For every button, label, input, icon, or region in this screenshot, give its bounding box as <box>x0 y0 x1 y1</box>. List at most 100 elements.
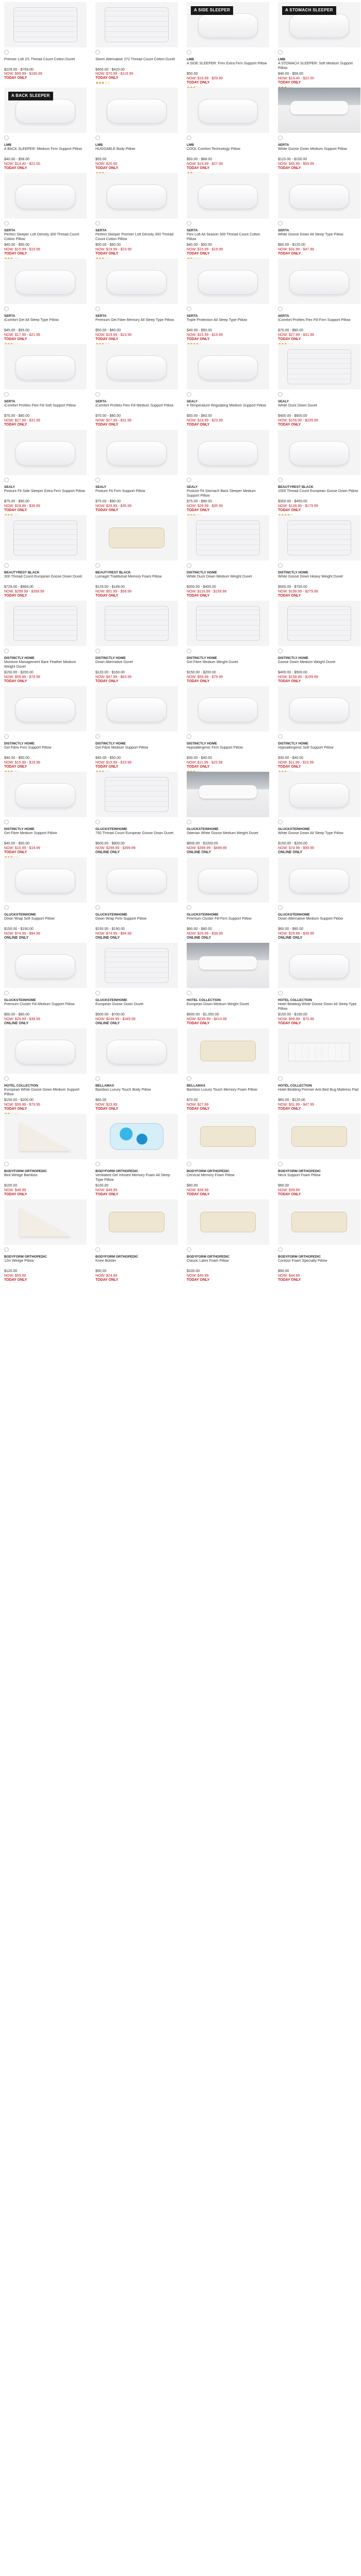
product-name-link[interactable]: White Goose Down All Sleep Type Pillow <box>278 832 360 840</box>
product-image[interactable] <box>278 1114 360 1159</box>
product-name-link[interactable]: White Duck Down Medium Weight Duvet <box>187 575 269 583</box>
product-card[interactable]: DISTINCTLY HOME White Goose Down Heavy We… <box>278 515 360 601</box>
product-image[interactable] <box>278 88 360 133</box>
product-image[interactable] <box>95 1114 178 1159</box>
product-image[interactable] <box>4 430 87 475</box>
product-name-link[interactable]: A STOMACH SLEEPER: Soft Medium Support P… <box>278 62 360 70</box>
product-name-link[interactable]: European White Goose Down Medium Support… <box>4 1088 87 1096</box>
color-swatch[interactable] <box>95 478 100 482</box>
product-image[interactable] <box>187 601 269 646</box>
product-image[interactable] <box>4 857 87 903</box>
product-card[interactable]: HOTEL COLLECTION European White Goose Dow… <box>4 1028 87 1114</box>
color-swatch[interactable] <box>278 307 283 311</box>
product-card[interactable]: GLUCKSTEINHOME Down Wrap Soft Support Pil… <box>4 857 87 943</box>
product-card[interactable]: BODYFORM ORTHOPEDIC Contour Foam Specialt… <box>278 1199 360 1285</box>
product-name-link[interactable]: iComfort Profiles Flex Fill Firm Support… <box>278 318 360 327</box>
product-card[interactable]: DISTINCTLY HOME White Duck Down Medium We… <box>187 515 269 601</box>
color-swatch[interactable] <box>4 734 9 739</box>
product-card[interactable]: GLUCKSTEINHOME Premium Cluster Fill Mediu… <box>4 943 87 1028</box>
product-card[interactable]: LMB HUGGABLE Body Pillow $55.00 NOW: $20.00… <box>95 88 178 173</box>
product-image[interactable] <box>187 515 269 561</box>
product-image[interactable] <box>95 2 178 47</box>
product-image[interactable] <box>4 1028 87 1074</box>
product-image[interactable] <box>278 601 360 646</box>
color-swatch[interactable] <box>95 307 100 311</box>
product-card[interactable]: Premier Loft 2/1 Thread Count Cotton Duv… <box>4 2 87 88</box>
product-card[interactable]: BODYFORM ORTHOPEDIC 12in Wedge Pillow $120… <box>4 1199 87 1285</box>
product-card[interactable]: A SIDE SLEEPER LMB A SIDE SLEEPER: Firm Ex… <box>187 2 269 88</box>
product-card[interactable]: GLUCKSTEINHOME Siberian White Goose Mediu… <box>187 772 269 857</box>
product-name-link[interactable]: Hotel Bedding Premier Anti Bed Bug Mattr… <box>278 1088 360 1096</box>
product-name-link[interactable]: Posture Fit Side Sleeper Extra Firm Supp… <box>4 489 87 498</box>
product-card[interactable]: DISTINCTLY HOME Moisture Management Bare … <box>4 601 87 686</box>
color-swatch[interactable] <box>95 1076 100 1081</box>
product-card[interactable]: A STOMACH SLEEPER LMB A STOMACH SLEEPER: S… <box>278 2 360 88</box>
product-image[interactable] <box>4 1199 87 1245</box>
product-name-link[interactable]: European Down Medium Weight Duvet <box>187 1003 269 1011</box>
product-image[interactable] <box>95 430 178 475</box>
product-name-link[interactable]: Siberian White Goose Medium Weight Duvet <box>187 832 269 840</box>
color-swatch[interactable] <box>187 649 191 653</box>
color-swatch[interactable] <box>95 820 100 824</box>
product-image[interactable] <box>4 173 87 218</box>
product-card[interactable]: BODYFORM ORTHOPEDIC Cervical Memory Foam … <box>187 1114 269 1199</box>
product-card[interactable]: SERTA iComfort Profiles Flex Fill Medium … <box>95 344 178 430</box>
product-name-link[interactable]: Posture Fit Firm Support Pillow <box>95 489 178 498</box>
color-swatch[interactable] <box>278 649 283 653</box>
color-swatch[interactable] <box>278 221 283 226</box>
product-name-link[interactable]: Goose Down Medium Weight Duvet <box>278 660 360 669</box>
product-name-link[interactable]: Down Wrap Firm Support Pillow <box>95 917 178 925</box>
product-name-link[interactable]: Cervical Memory Foam Pillow <box>187 1174 269 1182</box>
product-card[interactable]: HOTEL COLLECTION Hotel Bedding Premier An… <box>278 1028 360 1114</box>
color-swatch[interactable] <box>95 135 100 140</box>
product-image[interactable] <box>95 1199 178 1245</box>
product-image[interactable] <box>4 772 87 817</box>
product-image[interactable] <box>4 259 87 304</box>
product-name-link[interactable]: White Goose Down Heavy Weight Duvet <box>278 575 360 583</box>
product-name-link[interactable]: Perfect Sleeper Loft Density 300 Thread … <box>4 233 87 241</box>
product-name-link[interactable]: Lumagel Traditional Memory Foam Pillow <box>95 575 178 583</box>
product-name-link[interactable]: Down Alternative Medium Support Pillow <box>278 917 360 925</box>
product-card[interactable]: SERTA White Goose Down Medium Support Pil… <box>278 88 360 173</box>
color-swatch[interactable] <box>95 734 100 739</box>
product-name-link[interactable]: Ventilated Gel Infused Memory Foam All S… <box>95 1174 178 1182</box>
product-name-link[interactable]: Gel Fibre Firm Support Pillow <box>4 746 87 754</box>
color-swatch[interactable] <box>278 991 283 995</box>
product-card[interactable]: SERTA iComfort Gel All Sleep Type Pillow $… <box>4 259 87 344</box>
product-card[interactable]: GLUCKSTEINHOME European Goose Down Duvet $… <box>95 943 178 1028</box>
color-swatch[interactable] <box>95 991 100 995</box>
product-image[interactable] <box>187 686 269 732</box>
product-image[interactable] <box>187 772 269 817</box>
product-card[interactable]: BEAUTYREST BLACK 300 Thread Count Europea… <box>4 515 87 601</box>
product-image[interactable] <box>278 430 360 475</box>
product-name-link[interactable]: 750 Thread Count European Goose Down Duv… <box>95 832 178 840</box>
product-image[interactable]: A BACK SLEEPER <box>4 88 87 133</box>
product-image[interactable] <box>278 772 360 817</box>
product-card[interactable]: SEALY Posture Fit Stomach Back Sleeper Me… <box>187 430 269 515</box>
product-name-link[interactable]: Gel Fibre Medium Weight Duvet <box>187 660 269 669</box>
product-name-link[interactable]: Bamboo Luxury Touch Body Pillow <box>95 1088 178 1096</box>
color-swatch[interactable] <box>4 649 9 653</box>
product-image[interactable] <box>187 1199 269 1245</box>
product-name-link[interactable]: A BACK SLEEPER: Medium Firm Support Pill… <box>4 147 87 156</box>
color-swatch[interactable] <box>4 478 9 482</box>
color-swatch[interactable] <box>4 563 9 568</box>
product-name-link[interactable]: Premium Cluster Fill Firm Support Pillow <box>187 917 269 925</box>
product-name-link[interactable]: 300 Thread Count European Goose Down Duv… <box>4 575 87 583</box>
color-swatch[interactable] <box>187 392 191 397</box>
color-swatch[interactable] <box>278 392 283 397</box>
color-swatch[interactable] <box>4 392 9 397</box>
product-card[interactable]: DISTINCTLY HOME Gel Fibre Medium Weight D… <box>187 601 269 686</box>
color-swatch[interactable] <box>95 1247 100 1252</box>
product-name-link[interactable]: Posture Fit Stomach Back Sleeper Medium … <box>187 489 269 498</box>
product-card[interactable]: BELLAMAX Bamboo Luxury Touch Memory Foam … <box>187 1028 269 1114</box>
product-name-link[interactable]: Moisture Management Bare Feather Medium … <box>4 660 87 669</box>
product-image[interactable] <box>278 943 360 988</box>
color-swatch[interactable] <box>95 50 100 55</box>
color-swatch[interactable] <box>187 478 191 482</box>
product-image[interactable] <box>4 344 87 389</box>
color-swatch[interactable] <box>278 478 283 482</box>
product-image[interactable] <box>95 601 178 646</box>
product-image[interactable] <box>278 686 360 732</box>
product-image[interactable] <box>4 515 87 561</box>
